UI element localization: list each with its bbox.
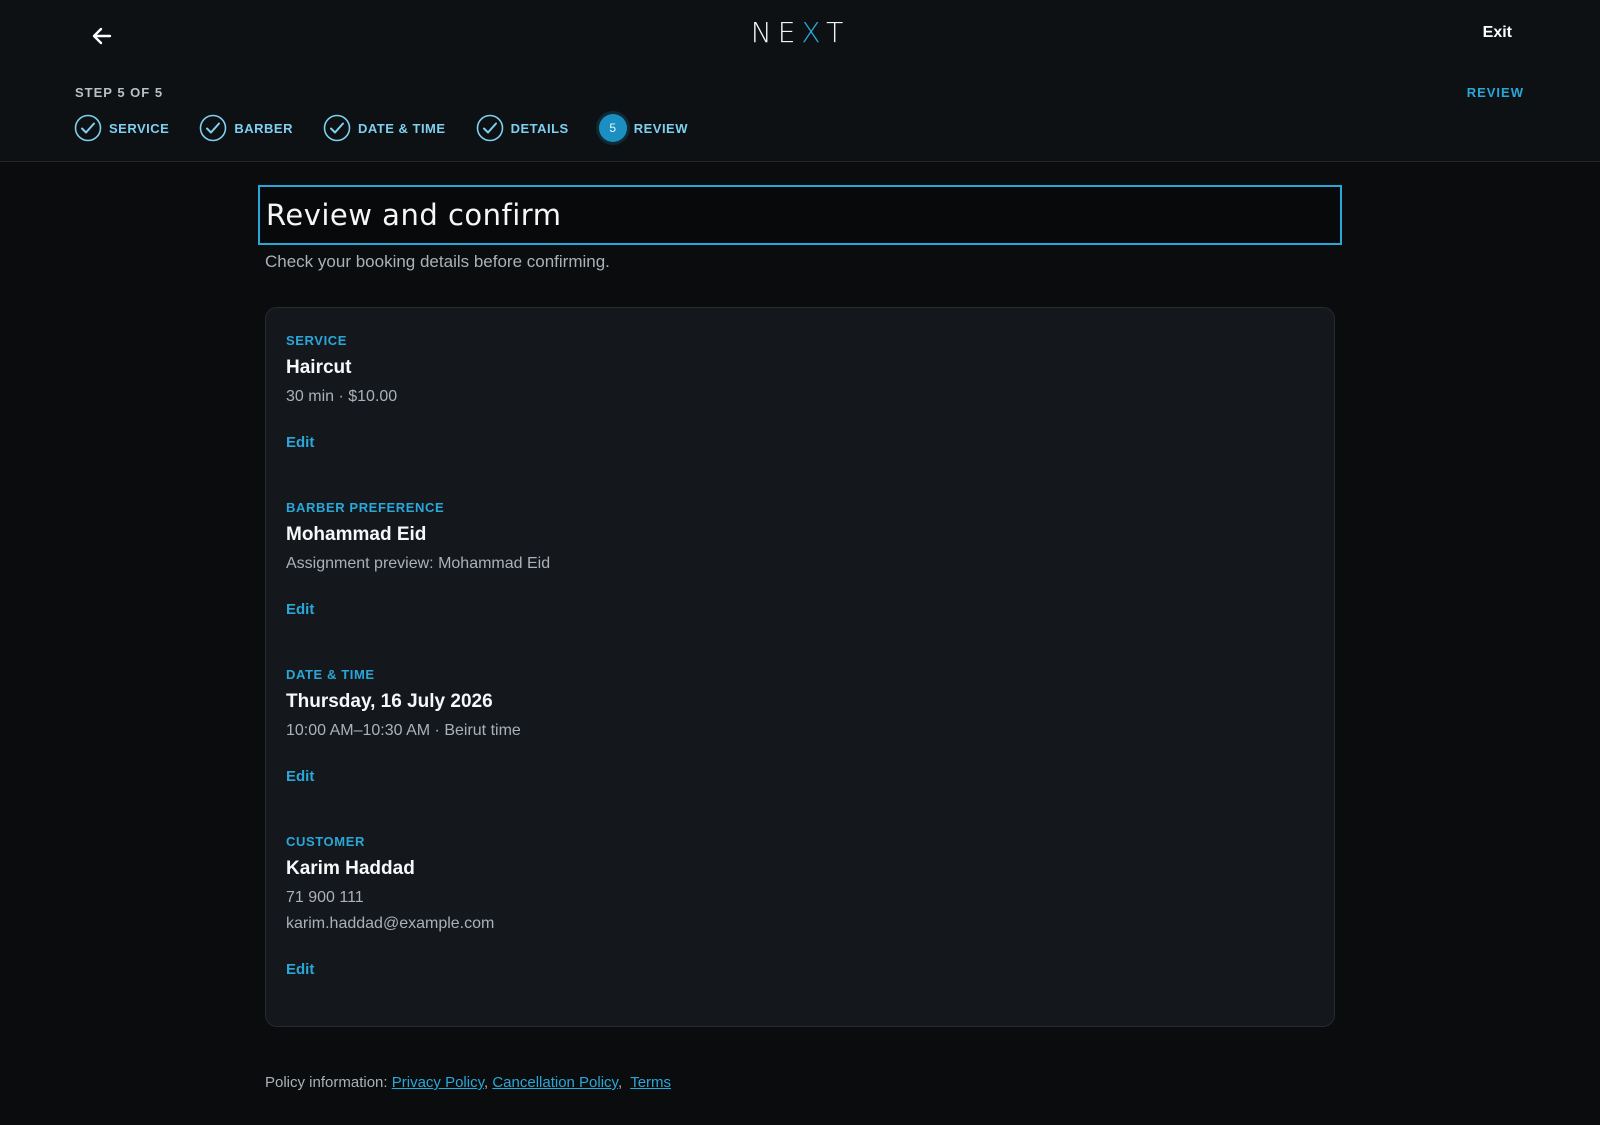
barber-name: Mohammad Eid (286, 524, 427, 545)
current-step-label: REVIEW (1466, 85, 1524, 100)
step-label: DETAILS (510, 120, 569, 136)
edit-datetime-link[interactable]: Edit (286, 768, 314, 785)
section-label: SERVICE (286, 333, 348, 348)
step-number-badge: 5 (598, 114, 627, 142)
logo-prefix: NE (750, 16, 802, 49)
privacy-policy-link[interactable]: Privacy Policy (392, 1074, 484, 1091)
policy-prefix: Policy information: (265, 1074, 388, 1091)
step-counter: STEP 5 OF 5 (75, 85, 164, 100)
service-name: Haircut (286, 357, 352, 378)
appointment-time: 10:00 AM–10:30 AM · Beirut time (286, 722, 521, 739)
edit-customer-link[interactable]: Edit (286, 961, 314, 978)
barber-section: BARBER PREFERENCE Mohammad Eid Assignmen… (286, 500, 550, 619)
section-label: DATE & TIME (286, 667, 375, 682)
customer-email: karim.haddad@example.com (286, 915, 495, 932)
step-review[interactable]: 5 REVIEW (598, 114, 689, 142)
progress-stepper: SERVICE BARBER DATE & TIME DETAILS 5 REV… (74, 113, 718, 143)
edit-service-link[interactable]: Edit (286, 434, 314, 451)
step-service[interactable]: SERVICE (74, 114, 169, 142)
step-label: BARBER (234, 120, 293, 136)
brand-logo: NEXT (0, 16, 1600, 49)
page-title: Review and confirm (266, 198, 562, 232)
exit-button[interactable]: Exit (1483, 24, 1512, 42)
step-label: REVIEW (633, 120, 689, 136)
step-label: SERVICE (109, 120, 170, 136)
step-barber[interactable]: BARBER (199, 114, 293, 142)
customer-name: Karim Haddad (286, 858, 415, 879)
page-title-box: Review and confirm (258, 185, 1342, 245)
check-circle-icon (323, 114, 351, 142)
edit-barber-link[interactable]: Edit (286, 601, 314, 618)
top-bar: NEXT Exit STEP 5 OF 5 REVIEW SERVICE BAR… (0, 0, 1600, 162)
page-subtitle: Check your booking details before confir… (265, 252, 610, 271)
section-label: BARBER PREFERENCE (286, 500, 445, 515)
policy-info: Policy information: Privacy Policy, Canc… (265, 1074, 672, 1091)
section-label: CUSTOMER (286, 834, 365, 849)
check-circle-icon (74, 114, 102, 142)
datetime-section: DATE & TIME Thursday, 16 July 2026 10:00… (286, 667, 521, 786)
review-card: SERVICE Haircut 30 min · $10.00 Edit BAR… (265, 307, 1335, 1027)
appointment-date: Thursday, 16 July 2026 (286, 691, 493, 712)
customer-section: CUSTOMER Karim Haddad 71 900 111 karim.h… (286, 834, 494, 979)
barber-assignment-preview: Assignment preview: Mohammad Eid (286, 555, 551, 572)
customer-phone: 71 900 111 (286, 889, 364, 906)
step-label: DATE & TIME (357, 120, 446, 136)
service-section: SERVICE Haircut 30 min · $10.00 Edit (286, 333, 397, 452)
step-date-time[interactable]: DATE & TIME (323, 114, 446, 142)
service-duration-price: 30 min · $10.00 (286, 388, 398, 405)
check-circle-icon (199, 114, 227, 142)
check-circle-icon (476, 114, 504, 142)
step-details[interactable]: DETAILS (476, 114, 569, 142)
logo-accent: X (801, 16, 827, 49)
cancellation-policy-link[interactable]: Cancellation Policy (492, 1074, 618, 1091)
terms-link[interactable]: Terms (630, 1074, 671, 1091)
logo-suffix: T (826, 16, 850, 49)
